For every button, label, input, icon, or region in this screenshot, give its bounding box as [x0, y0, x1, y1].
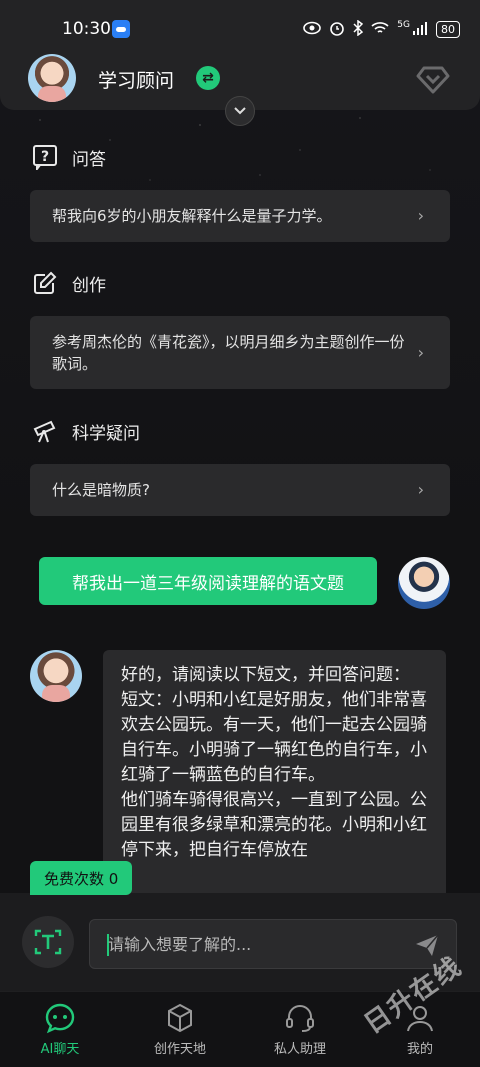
nav-label: 我的 — [406, 1042, 433, 1057]
status-icons: 5G 80 — [303, 18, 460, 40]
status-bar: 10:30 5G 80 — [0, 0, 480, 58]
prompt-text: 什么是暗物质? — [52, 481, 150, 499]
bot-avatar — [30, 650, 82, 702]
prompt-card-create[interactable]: 参考周杰伦的《青花瓷》，以明月细乡为主题创作一份歌词。 › — [30, 316, 450, 389]
signal-icon — [412, 21, 428, 38]
text-mode-button[interactable] — [22, 916, 74, 968]
prompt-text: 参考周杰伦的《青花瓷》，以明月细乡为主题创作一份歌词。 — [52, 332, 405, 373]
nav-label: AI聊天 — [40, 1042, 80, 1057]
vip-diamond-icon[interactable] — [416, 66, 450, 94]
cloud-notification-icon — [112, 20, 130, 38]
agent-avatar[interactable] — [28, 54, 76, 102]
headset-icon — [286, 1005, 314, 1032]
nav-item-assistant[interactable]: 私人助理 — [250, 1002, 350, 1057]
message-input[interactable] — [108, 920, 408, 968]
cube-icon — [168, 1003, 192, 1033]
chevron-right-icon: › — [417, 206, 424, 225]
user-avatar[interactable] — [398, 557, 450, 609]
section-title-label: 科学疑问 — [72, 423, 140, 444]
collapse-toggle-button[interactable] — [225, 96, 255, 126]
text-scan-icon — [34, 929, 62, 955]
page-title: 学习顾问 — [98, 70, 175, 92]
battery-level: 80 — [436, 20, 460, 38]
prompt-card-qa[interactable]: 帮我向6岁的小朋友解释什么是量子力学。 › — [30, 190, 450, 242]
alarm-icon — [329, 20, 345, 39]
top-header: 10:30 5G 80 学习顾问 ⇄ — [0, 0, 480, 110]
edit-icon — [32, 270, 58, 296]
prompt-text: 帮我向6岁的小朋友解释什么是量子力学。 — [52, 207, 332, 225]
nav-label: 创作天地 — [153, 1042, 206, 1057]
eye-icon — [303, 21, 322, 38]
nav-item-creation[interactable]: 创作天地 — [130, 1002, 230, 1057]
section-title-create: 创作 — [32, 270, 106, 296]
free-count-badge: 免费次数 0 — [30, 861, 133, 895]
section-title-label: 问答 — [72, 149, 106, 170]
nav-item-ai-chat[interactable]: AI聊天 — [10, 1002, 110, 1057]
question-icon: ? — [32, 144, 58, 170]
user-message-bubble: 帮我出一道三年级阅读理解的语文题 — [39, 557, 377, 605]
telescope-icon — [32, 418, 58, 444]
nav-label: 私人助理 — [273, 1042, 326, 1057]
svg-text:?: ? — [41, 149, 49, 165]
network-label: 5G — [397, 19, 410, 30]
chat-icon — [45, 1003, 75, 1034]
section-title-qa: ? 问答 — [32, 144, 106, 170]
chevron-right-icon: › — [417, 342, 424, 362]
section-title-science: 科学疑问 — [32, 418, 140, 444]
wifi-icon — [371, 21, 389, 38]
status-time: 10:30 — [62, 19, 111, 39]
chevron-right-icon: › — [417, 480, 424, 499]
bluetooth-icon — [353, 19, 364, 39]
switch-agent-icon[interactable]: ⇄ — [196, 66, 220, 90]
prompt-card-science[interactable]: 什么是暗物质? › — [30, 464, 450, 516]
message-input-field[interactable] — [89, 919, 457, 969]
chevron-down-icon — [234, 107, 246, 115]
section-title-label: 创作 — [72, 275, 106, 296]
